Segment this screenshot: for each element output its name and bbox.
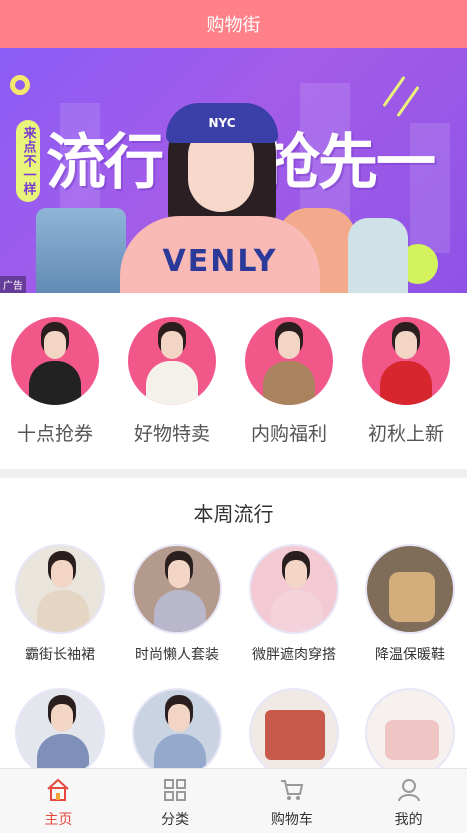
person-head [395, 331, 417, 359]
handbag-image [385, 720, 439, 760]
cart-icon [279, 777, 305, 803]
product-item[interactable] [2, 688, 118, 768]
product-label: 时尚懒人套装 [135, 647, 219, 663]
product-image [15, 688, 105, 768]
boot-image [389, 572, 435, 622]
denim-jacket-image [36, 208, 126, 293]
person-body [29, 361, 81, 405]
ad-label: 广告 [0, 276, 26, 293]
category-section: 十点抢券 好物特卖 内购福利 初秋上新 [0, 293, 467, 469]
model-hoodie: VENLY [120, 216, 320, 293]
person-head [168, 704, 190, 732]
product-label: 微胖遮肉穿搭 [252, 647, 336, 663]
product-image [249, 688, 339, 768]
category-image [128, 317, 216, 405]
home-icon [45, 777, 71, 803]
product-image [132, 688, 222, 768]
category-label: 好物特卖 [133, 423, 210, 445]
hoodie-text: VENLY [162, 243, 278, 279]
bottom-tab-bar: 主页 分类 购物车 我的 [0, 768, 467, 833]
category-label: 初秋上新 [367, 423, 444, 445]
category-item-new-arrivals[interactable]: 初秋上新 [351, 317, 461, 446]
product-label: 霸街长袖裙 [25, 647, 95, 663]
page-title: 购物街 [206, 15, 261, 36]
category-item-coupons[interactable]: 十点抢券 [0, 317, 110, 446]
product-image [365, 688, 455, 768]
banner-slogan-left: 流行 [46, 128, 164, 198]
category-label: 十点抢券 [16, 423, 93, 445]
person-body [37, 590, 89, 632]
lipstick-image [265, 710, 325, 760]
model-hat: NYC [166, 103, 278, 143]
section-title: 本周流行 [193, 502, 274, 526]
backpack-image [348, 218, 408, 293]
app-header: 购物街 [0, 0, 467, 48]
tab-label: 购物车 [270, 812, 313, 828]
tab-label: 主页 [44, 812, 73, 828]
person-head [44, 331, 66, 359]
product-item[interactable] [236, 688, 352, 768]
banner-decoration [382, 75, 406, 108]
person-body [380, 361, 432, 405]
person-body [154, 734, 206, 768]
banner-badge: 来点不一样 [16, 120, 40, 202]
tab-profile[interactable]: 我的 [350, 769, 467, 833]
person-head [278, 331, 300, 359]
person-body [146, 361, 198, 405]
product-image [15, 544, 105, 634]
tab-label: 分类 [161, 812, 190, 828]
tab-home[interactable]: 主页 [0, 769, 117, 833]
category-icon [162, 777, 188, 803]
person-body [154, 590, 206, 632]
category-label: 内购福利 [250, 423, 327, 445]
product-item[interactable]: 降温保暖鞋 [352, 544, 467, 664]
category-image [245, 317, 333, 405]
tab-cart[interactable]: 购物车 [234, 769, 351, 833]
weekly-trending-section: 本周流行 霸街长袖裙 时尚懒人套装 微胖遮肉穿搭 降温保暖鞋 [0, 478, 467, 768]
banner-decoration [396, 85, 420, 118]
banner-decoration [10, 75, 30, 95]
product-label: 降温保暖鞋 [375, 647, 445, 663]
product-item[interactable] [119, 688, 235, 768]
product-image [249, 544, 339, 634]
category-item-benefits[interactable]: 内购福利 [234, 317, 344, 446]
product-item[interactable]: 时尚懒人套装 [119, 544, 235, 664]
profile-icon [396, 777, 422, 803]
product-item[interactable]: 微胖遮肉穿搭 [236, 544, 352, 664]
person-body [37, 734, 89, 768]
category-item-sale[interactable]: 好物特卖 [117, 317, 227, 446]
hat-text: NYC [208, 116, 236, 130]
person-head [51, 560, 73, 588]
person-head [168, 560, 190, 588]
category-image [362, 317, 450, 405]
tab-label: 我的 [394, 812, 423, 828]
product-image [132, 544, 222, 634]
person-head [161, 331, 183, 359]
person-body [263, 361, 315, 405]
category-image [11, 317, 99, 405]
person-head [285, 560, 307, 588]
person-head [51, 704, 73, 732]
tab-category[interactable]: 分类 [117, 769, 234, 833]
person-body [271, 590, 323, 632]
promo-banner[interactable]: 来点不一样 流行 抢先一步 NYC VENLY 广告 [0, 48, 467, 293]
product-image [365, 544, 455, 634]
product-item[interactable] [352, 688, 467, 768]
product-item[interactable]: 霸街长袖裙 [2, 544, 118, 664]
